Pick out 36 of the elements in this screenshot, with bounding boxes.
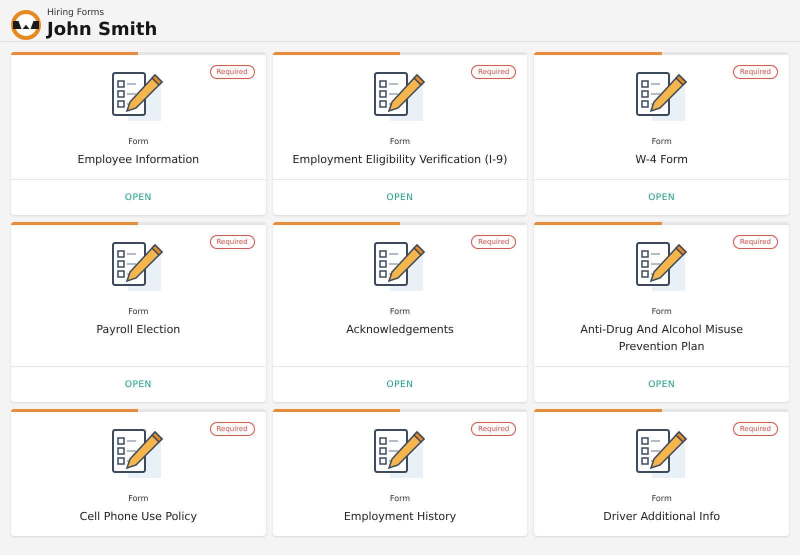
form-pencil-icon: [634, 428, 689, 480]
open-button[interactable]: OPEN: [640, 188, 684, 206]
form-pencil-icon: [634, 241, 689, 293]
form-pencil-icon: [111, 241, 166, 293]
open-button[interactable]: OPEN: [378, 188, 422, 206]
card-title: Cell Phone Use Policy: [78, 509, 198, 525]
open-button[interactable]: OPEN: [378, 376, 422, 394]
card-title: Payroll Election: [95, 322, 182, 338]
form-pencil-icon: [372, 241, 427, 293]
card-title: Anti-Drug And Alcohol Misuse Prevention Plan: [579, 322, 744, 355]
page-subtitle: Hiring Forms: [47, 8, 106, 19]
form-pencil-icon: [372, 71, 427, 123]
card-title: Acknowledgements: [345, 322, 455, 338]
card-title: Employment History: [342, 509, 458, 525]
page-title: John Smith: [47, 19, 158, 41]
logo-icon: [11, 10, 41, 40]
open-button[interactable]: OPEN: [640, 376, 684, 394]
card-type: Form: [390, 137, 410, 146]
card-type: Form: [652, 137, 672, 146]
card-title: W-4 Form: [634, 152, 689, 168]
card-type: Form: [128, 494, 148, 503]
card-type: Form: [128, 307, 148, 316]
card-title: Employment Eligibility Verification (I-9): [292, 152, 508, 168]
open-button[interactable]: OPEN: [116, 188, 160, 206]
form-pencil-icon: [634, 71, 689, 123]
open-button[interactable]: OPEN: [116, 376, 160, 394]
form-pencil-icon: [111, 428, 166, 480]
form-pencil-icon: [111, 71, 166, 123]
card-type: Form: [390, 307, 410, 316]
card-type: Form: [652, 494, 672, 503]
card-type: Form: [652, 307, 672, 316]
form-pencil-icon: [372, 428, 427, 480]
card-type: Form: [390, 494, 410, 503]
card-title: Driver Additional Info: [602, 509, 722, 525]
card-title: Employee Information: [76, 152, 200, 168]
card-type: Form: [128, 137, 148, 146]
